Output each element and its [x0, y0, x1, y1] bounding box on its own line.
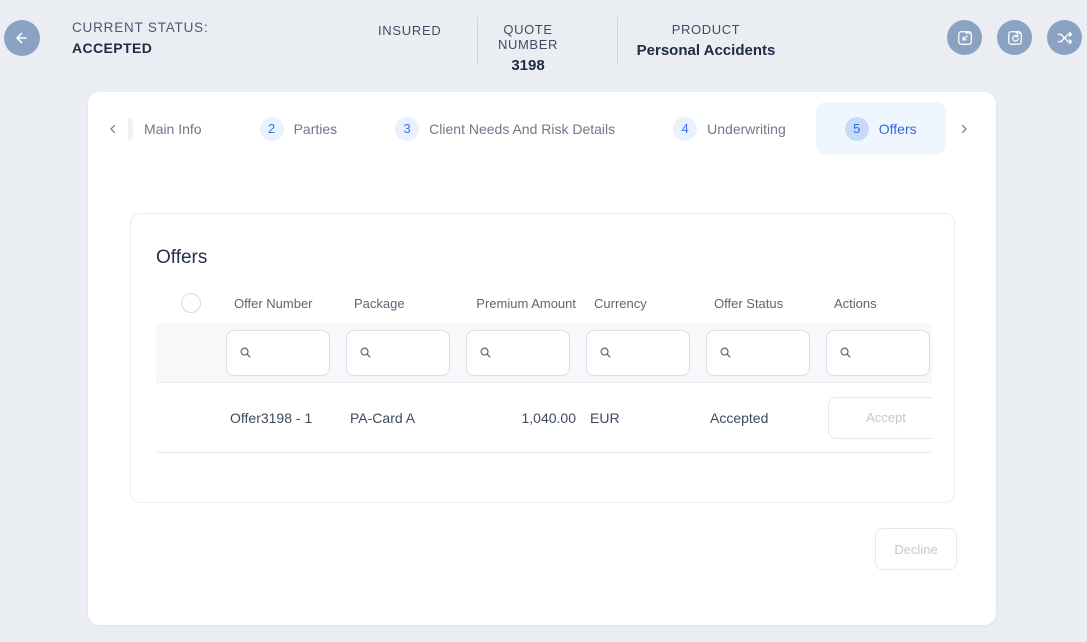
- filter-offer-number[interactable]: [226, 330, 330, 376]
- filter-currency-input[interactable]: [619, 345, 679, 360]
- tab-underwriting[interactable]: 4 Underwriting: [673, 117, 786, 141]
- save-refresh-button[interactable]: [997, 20, 1032, 55]
- back-button[interactable]: [4, 20, 40, 56]
- search-icon: [478, 345, 493, 360]
- offers-table: Offer Number Package Premium Amount Curr…: [156, 283, 932, 454]
- offers-title: Offers: [156, 247, 207, 269]
- chevron-left-icon: [106, 122, 120, 136]
- cell-currency: EUR: [586, 410, 706, 426]
- tab-parties[interactable]: 2 Parties: [260, 117, 338, 141]
- column-header-package: Package: [346, 296, 466, 311]
- header-divider: [617, 17, 618, 64]
- cell-offer-status: Accepted: [706, 410, 826, 426]
- cell-premium-amount: 1,040.00: [466, 410, 586, 426]
- column-header-currency: Currency: [586, 296, 706, 311]
- filter-premium-amount-input[interactable]: [499, 345, 559, 360]
- product-label: PRODUCT: [626, 22, 786, 37]
- tab-main-info[interactable]: Main Info: [144, 121, 202, 137]
- quote-number-label: QUOTE NUMBER: [478, 22, 578, 52]
- clipped-tab-badge: [128, 117, 133, 141]
- column-header-offer-status: Offer Status: [706, 296, 826, 311]
- product-value: Personal Accidents: [626, 42, 786, 59]
- tabs-scroll-right[interactable]: [955, 120, 973, 138]
- filter-actions-input[interactable]: [859, 345, 919, 360]
- search-icon: [838, 345, 853, 360]
- cell-offer-number: Offer3198 - 1: [226, 410, 346, 426]
- shuffle-icon: [1055, 28, 1075, 48]
- tab-label: Offers: [879, 121, 917, 137]
- accept-button[interactable]: Accept: [828, 397, 932, 439]
- quote-number: QUOTE NUMBER 3198: [478, 22, 578, 74]
- main-card: Main Info 2 Parties 3 Client Needs And R…: [88, 92, 996, 625]
- tab-number-badge: 5: [845, 117, 869, 141]
- filter-offer-number-input[interactable]: [259, 345, 319, 360]
- tab-client-needs-and-risk-details[interactable]: 3 Client Needs And Risk Details: [395, 117, 615, 141]
- table-row: Offer3198 - 1 PA-Card A 1,040.00 EUR Acc…: [156, 383, 932, 453]
- tab-bar: Main Info 2 Parties 3 Client Needs And R…: [88, 101, 996, 156]
- filter-currency[interactable]: [586, 330, 690, 376]
- quote-number-value: 3198: [478, 57, 578, 74]
- filter-package[interactable]: [346, 330, 450, 376]
- search-icon: [358, 345, 373, 360]
- current-status-label: CURRENT STATUS:: [72, 20, 209, 35]
- filter-package-input[interactable]: [379, 345, 439, 360]
- cell-package: PA-Card A: [346, 410, 466, 426]
- product: PRODUCT Personal Accidents: [626, 22, 786, 59]
- filter-offer-status-input[interactable]: [739, 345, 799, 360]
- insured-label: INSURED: [378, 23, 441, 38]
- decline-button[interactable]: Decline: [875, 528, 957, 570]
- tab-offers[interactable]: 5 Offers: [816, 102, 946, 155]
- tabs-scroll-left[interactable]: [104, 120, 122, 138]
- tab-number-badge: 3: [395, 117, 419, 141]
- column-header-actions: Actions: [826, 296, 932, 311]
- export-card-icon: [955, 28, 975, 48]
- tab-label: Client Needs And Risk Details: [429, 121, 615, 137]
- column-header-offer-number: Offer Number: [226, 296, 346, 311]
- tab-label: Underwriting: [707, 121, 786, 137]
- column-header-premium-amount: Premium Amount: [466, 296, 586, 311]
- arrow-left-icon: [12, 28, 32, 48]
- chevron-right-icon: [957, 122, 971, 136]
- tab-number-badge: 4: [673, 117, 697, 141]
- tab-number-badge: 2: [260, 117, 284, 141]
- filter-premium-amount[interactable]: [466, 330, 570, 376]
- search-icon: [598, 345, 613, 360]
- table-header-row: Offer Number Package Premium Amount Curr…: [156, 283, 932, 323]
- export-card-button[interactable]: [947, 20, 982, 55]
- search-icon: [718, 345, 733, 360]
- select-all-checkbox[interactable]: [181, 293, 201, 313]
- tab-label: Parties: [294, 121, 338, 137]
- filter-offer-status[interactable]: [706, 330, 810, 376]
- shuffle-button[interactable]: [1047, 20, 1082, 55]
- save-refresh-icon: [1005, 28, 1025, 48]
- top-header: CURRENT STATUS: ACCEPTED INSURED QUOTE N…: [0, 0, 1087, 80]
- tab-label: Main Info: [144, 121, 202, 137]
- table-filter-row: [156, 323, 932, 383]
- offers-panel: Offers Offer Number Package Premium Amou…: [130, 213, 955, 503]
- search-icon: [238, 345, 253, 360]
- filter-actions[interactable]: [826, 330, 930, 376]
- current-status: CURRENT STATUS: ACCEPTED: [72, 20, 209, 56]
- current-status-value: ACCEPTED: [72, 40, 209, 56]
